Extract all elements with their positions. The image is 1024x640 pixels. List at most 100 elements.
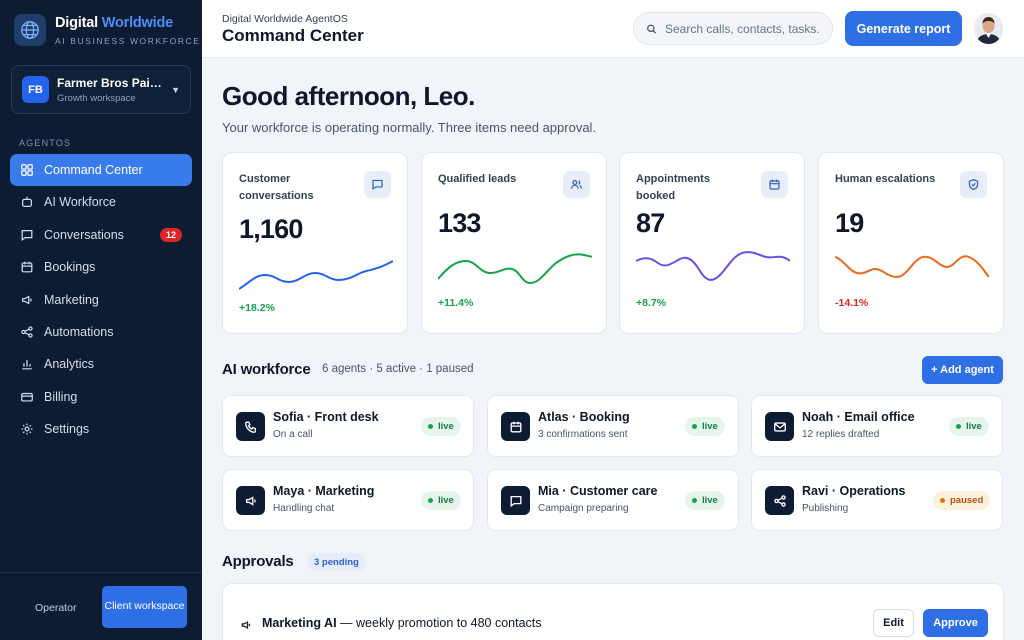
workspace-avatar: FB [22,76,49,103]
kpi-value: 19 [835,208,864,238]
workforce-meta: 6 agents · 5 active · 1 paused [322,363,474,375]
nav-section-label: AGENTOS [19,138,72,148]
kpi-delta: +11.4% [438,297,474,309]
approval-item: Marketing AI — weekly promotion to 480 c… [222,583,1004,640]
agent-name: Noah · Email office [802,410,915,424]
brand-name: Digital Worldwide [55,14,173,31]
search-input[interactable] [665,21,820,36]
approval-text: Marketing AI — weekly promotion to 480 c… [262,616,542,630]
pending-count-badge: 3 pending [307,553,366,571]
kpi-card-leads[interactable]: Qualified leads 133 +11.4% [421,152,607,334]
operator-mode-button[interactable]: Operator [35,602,76,614]
kpi-card-escalations[interactable]: Human escalations 19 -14.1% [818,152,1004,334]
sidebar-item-billing[interactable]: Billing [10,381,192,413]
megaphone-icon [22,295,32,305]
megaphone-icon [236,486,265,515]
shield-icon [960,171,987,198]
agent-card-noah[interactable]: Noah · Email office 12 replies drafted l… [751,395,1003,457]
megaphone-icon [240,618,252,636]
kpi-card-appointments[interactable]: Appointments booked 87 +8.7% [619,152,805,334]
kpi-label: Customer conversations [239,173,314,202]
agent-name: Maya · Marketing [273,484,375,498]
sidebar-item-ai-workforce[interactable]: AI Workforce [10,186,192,218]
sidebar-item-label: Command Center [44,163,143,177]
calendar-icon [501,412,530,441]
workforce-heading: AI workforce [222,361,311,378]
kpi-value: 1,160 [239,214,303,244]
status-badge: live [421,491,461,510]
mail-icon [765,412,794,441]
kpi-delta: +8.7% [636,297,667,309]
sidebar-nav: Command Center AI Workforce Conversation… [10,154,192,446]
kpi-label: Appointments booked [636,173,710,202]
phone-icon [236,412,265,441]
agent-status: Campaign preparing [538,503,629,514]
unread-count-badge: 12 [159,227,182,242]
kpi-value: 87 [636,208,665,238]
globe-logo-icon [14,14,46,46]
kpi-value: 133 [438,208,481,238]
sidebar-item-automations[interactable]: Automations [10,316,192,348]
kpi-card-conversations[interactable]: Customer conversations 1,160 +18.2% [222,152,408,334]
agent-status: Publishing [802,503,849,514]
status-badge: live [421,417,461,436]
agent-status: 3 confirmations sent [538,429,628,440]
agent-status: On a call [273,429,313,440]
page-title: Command Center [222,26,364,45]
sidebar-footer: Operator Client workspace [0,572,202,640]
calendar-icon [21,261,33,273]
chat-icon [364,171,391,198]
agent-card-maya[interactable]: Maya · Marketing Handling chat live [222,469,474,531]
sidebar-item-label: Conversations [44,227,124,242]
brand-subtitle: AI BUSINESS WORKFORCE [55,35,201,46]
agent-card-mia[interactable]: Mia · Customer care Campaign preparing l… [487,469,739,531]
client-workspace-button[interactable]: Client workspace [102,586,187,628]
sparkline [835,255,989,279]
kpi-delta: -14.1% [835,297,869,309]
status-badge: live [685,417,725,436]
credit-card-icon [21,392,33,402]
sidebar-item-command-center[interactable]: Command Center [10,154,192,186]
sidebar-item-marketing[interactable]: Marketing [10,284,192,316]
top-bar: Digital Worldwide AgentOS Command Center… [202,0,1024,58]
search-icon [647,24,657,34]
search-box[interactable] [633,12,833,45]
chat-icon [501,486,530,515]
sparkline [636,251,790,281]
agent-card-sofia[interactable]: Sofia · Front desk On a call live [222,395,474,457]
users-icon [563,171,590,198]
robot-icon [22,197,32,208]
workspace-name: Farmer Bros Painting [57,75,165,90]
kpi-label: Human escalations [835,173,936,185]
agent-status: Handling chat [273,503,335,514]
agent-name: Atlas · Booking [538,410,630,424]
sidebar-item-analytics[interactable]: Analytics [10,348,192,380]
sidebar-item-label: Analytics [44,357,95,372]
sidebar-item-settings[interactable]: Settings [10,413,192,445]
kpi-label: Qualified leads [438,173,517,185]
agent-status: 12 replies drafted [802,429,880,440]
sidebar-item-conversations[interactable]: Conversations 12 [10,219,192,251]
brand[interactable]: Digital Worldwide AI BUSINESS WORKFORCE [14,14,201,46]
sidebar-item-bookings[interactable]: Bookings [10,251,192,283]
grid-icon [21,164,33,176]
edit-button[interactable]: Edit [873,609,914,637]
status-badge: live [949,417,989,436]
sidebar-item-label: AI Workforce [44,195,117,210]
sidebar-item-label: Settings [44,422,90,437]
add-agent-button[interactable]: + Add agent [922,356,1003,384]
approve-button[interactable]: Approve [923,609,988,637]
workspace-switcher[interactable]: FB Farmer Bros Painting Growth workspace… [11,65,191,114]
calendar-icon [761,171,788,198]
user-avatar[interactable] [974,13,1003,44]
sparkline [438,253,592,285]
workspace-plan: Growth workspace [57,92,136,104]
status-badge: paused [933,491,991,510]
kpi-delta: +18.2% [239,302,275,314]
agent-card-ravi[interactable]: Ravi · Operations Publishing paused [751,469,1003,531]
agent-card-atlas[interactable]: Atlas · Booking 3 confirmations sent liv… [487,395,739,457]
greeting-heading: Good afternoon, Leo. [222,81,475,111]
greeting-subtitle: Your workforce is operating normally. Th… [222,120,597,135]
generate-report-button[interactable]: Generate report [845,11,962,46]
sparkline [239,260,393,290]
